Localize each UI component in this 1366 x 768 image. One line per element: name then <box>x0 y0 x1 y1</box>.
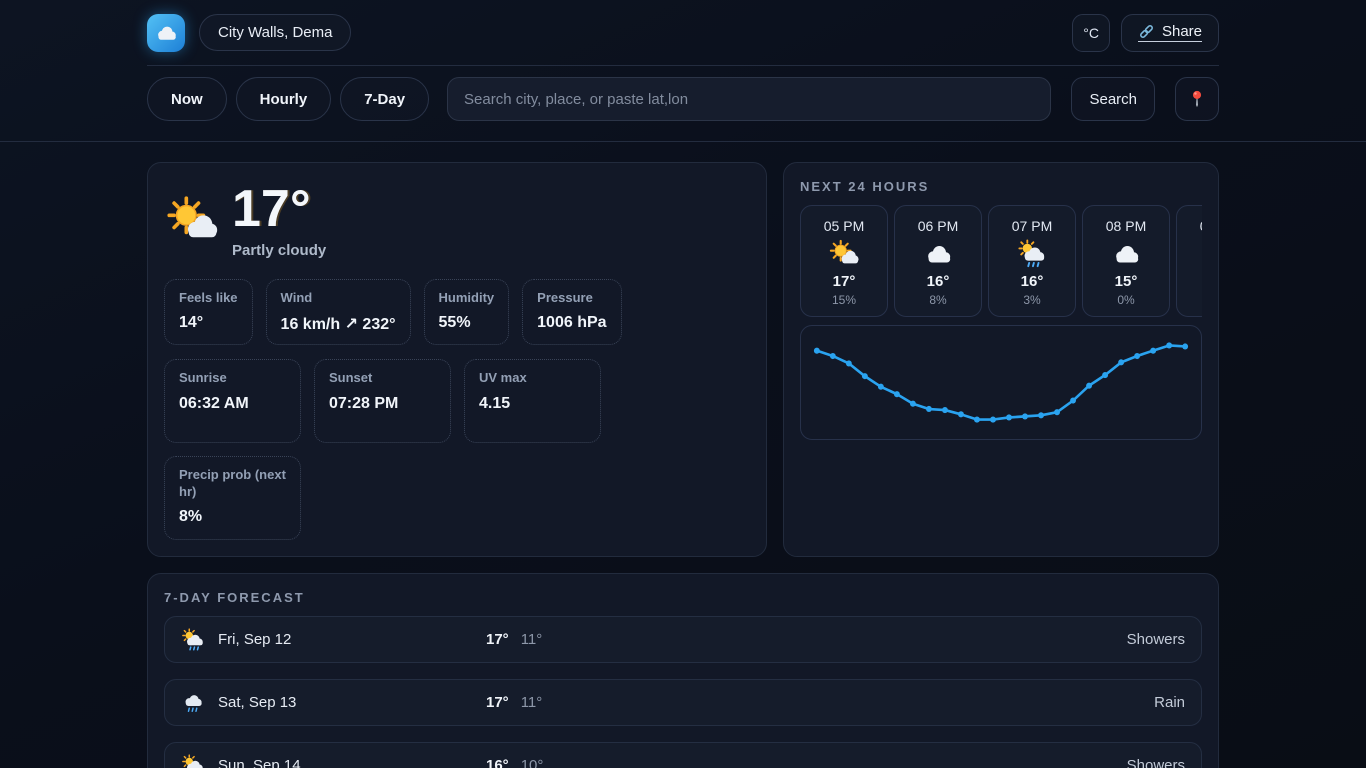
hour-temp: 16° <box>901 273 975 290</box>
cloud-icon <box>154 21 178 45</box>
current-conditions-card: 17° Partly cloudy Feels like 14° Wind 16… <box>147 162 767 557</box>
rain-cloud-icon <box>181 691 205 715</box>
forecast-high-temp: 17° <box>486 694 509 711</box>
hour-precip-probability: 0% <box>1183 293 1202 307</box>
current-condition: Partly cloudy <box>232 242 326 259</box>
hour-time: 05 PM <box>807 218 881 234</box>
cloud-icon <box>1111 239 1141 269</box>
stat-value: 1006 hPa <box>537 314 606 332</box>
current-stats-row-1: Feels like 14° Wind 16 km/h ↗ 232° Humid… <box>164 279 750 345</box>
stat-value: 8% <box>179 508 286 526</box>
stat-label: Wind <box>281 290 396 306</box>
stat-value: 16 km/h ↗ 232° <box>281 314 396 334</box>
stat-label: UV max <box>479 370 586 386</box>
tab-hourly[interactable]: Hourly <box>236 77 332 121</box>
hourly-panel: NEXT 24 HOURS 05 PM 17° 15% 06 PM 16° 8%… <box>783 162 1219 557</box>
stat-tile: Feels like 14° <box>164 279 253 345</box>
hour-temp: 15° <box>1183 273 1202 290</box>
hour-time: 07 PM <box>995 218 1069 234</box>
stat-tile: Pressure 1006 hPa <box>522 279 621 345</box>
hour-time: 06 PM <box>901 218 975 234</box>
locate-pin-button[interactable] <box>1175 77 1219 121</box>
hour-card[interactable]: 06 PM 16° 8% <box>894 205 982 317</box>
stat-value: 14° <box>179 314 238 332</box>
hour-temp: 15° <box>1089 273 1163 290</box>
stat-label: Humidity <box>439 290 495 306</box>
forecast-low-temp: 10° <box>521 757 544 768</box>
forecast-day: Sun, Sep 14 <box>218 757 301 768</box>
hour-card[interactable]: 08 PM 15° 0% <box>1082 205 1170 317</box>
forecast-row[interactable]: Fri, Sep 12 17° 11° Showers <box>164 616 1202 663</box>
hour-card[interactable]: 05 PM 17° 15% <box>800 205 888 317</box>
forecast-high-temp: 17° <box>486 631 509 648</box>
hour-card[interactable]: 09 PM 15° 0% <box>1176 205 1202 317</box>
daily-forecast-card: 7-DAY FORECAST Fri, Sep 12 17° 11° Showe… <box>147 573 1219 768</box>
hour-temp: 17° <box>807 273 881 290</box>
forecast-day: Fri, Sep 12 <box>218 631 291 648</box>
stat-value: 55% <box>439 314 495 332</box>
search-input[interactable] <box>447 77 1051 121</box>
stat-tile: Precip prob (next hr) 8% <box>164 456 301 540</box>
daily-title: 7-DAY FORECAST <box>164 590 1202 605</box>
hourly-temp-chart <box>809 332 1193 433</box>
forecast-row[interactable]: Sun, Sep 14 16° 10° Showers <box>164 742 1202 768</box>
hour-precip-probability: 0% <box>1089 293 1163 307</box>
share-label: Share <box>1162 23 1202 40</box>
hourly-chart-box <box>800 325 1202 440</box>
sun-behind-cloud-icon <box>829 239 859 269</box>
hourly-cards-scroller[interactable]: 05 PM 17° 15% 06 PM 16° 8% 07 PM 16° 3% … <box>800 205 1202 317</box>
link-icon <box>1138 23 1155 40</box>
forecast-day: Sat, Sep 13 <box>218 694 296 711</box>
hour-precip-probability: 3% <box>995 293 1069 307</box>
forecast-low-temp: 11° <box>521 694 543 711</box>
sun-behind-rain-cloud-icon <box>181 754 205 768</box>
unit-toggle-button[interactable]: °C <box>1072 14 1110 52</box>
stat-tile: Sunset 07:28 PM <box>314 359 451 443</box>
sun-behind-cloud-icon <box>166 195 218 247</box>
forecast-row[interactable]: Sat, Sep 13 17° 11° Rain <box>164 679 1202 726</box>
hour-time: 08 PM <box>1089 218 1163 234</box>
stat-tile: Humidity 55% <box>424 279 510 345</box>
stat-label: Sunset <box>329 370 436 386</box>
stat-value: 06:32 AM <box>179 395 286 413</box>
hour-precip-probability: 15% <box>807 293 881 307</box>
stat-tile: UV max 4.15 <box>464 359 601 443</box>
sun-behind-rain-cloud-icon <box>1017 239 1047 269</box>
current-stats-row-2: Sunrise 06:32 AM Sunset 07:28 PM UV max … <box>164 359 750 540</box>
hour-time: 09 PM <box>1183 218 1202 234</box>
stat-tile: Sunrise 06:32 AM <box>164 359 301 443</box>
forecast-high-temp: 16° <box>486 757 509 768</box>
location-button[interactable]: City Walls, Dema <box>199 14 351 51</box>
share-button[interactable]: Share <box>1121 14 1219 52</box>
app-header: City Walls, Dema °C Share <box>0 0 1366 66</box>
stat-label: Sunrise <box>179 370 286 386</box>
round-pushpin-icon <box>1187 89 1207 109</box>
stat-label: Pressure <box>537 290 606 306</box>
stat-label: Feels like <box>179 290 238 306</box>
hour-card[interactable]: 07 PM 16° 3% <box>988 205 1076 317</box>
app-logo <box>147 14 185 52</box>
tab-now[interactable]: Now <box>147 77 227 121</box>
forecast-condition: Showers <box>1127 631 1185 648</box>
hour-precip-probability: 8% <box>901 293 975 307</box>
cloud-icon <box>923 239 953 269</box>
forecast-low-temp: 11° <box>521 631 543 648</box>
view-tabs: Now Hourly 7-Day <box>147 77 429 121</box>
current-temperature: 17° <box>232 183 326 235</box>
hour-temp: 16° <box>995 273 1069 290</box>
nav-bar: Now Hourly 7-Day Search <box>0 66 1366 142</box>
stat-tile: Wind 16 km/h ↗ 232° <box>266 279 411 345</box>
stat-value: 07:28 PM <box>329 395 436 413</box>
sun-behind-rain-cloud-icon <box>181 628 205 652</box>
stat-label: Precip prob (next hr) <box>179 467 286 500</box>
daily-rows: Fri, Sep 12 17° 11° Showers Sat, Sep 13 … <box>164 616 1202 768</box>
search-button[interactable]: Search <box>1071 77 1155 121</box>
hourly-title: NEXT 24 HOURS <box>800 179 1202 194</box>
stat-value: 4.15 <box>479 395 586 413</box>
tab-7-day[interactable]: 7-Day <box>340 77 429 121</box>
forecast-condition: Showers <box>1127 757 1185 768</box>
forecast-condition: Rain <box>1154 694 1185 711</box>
